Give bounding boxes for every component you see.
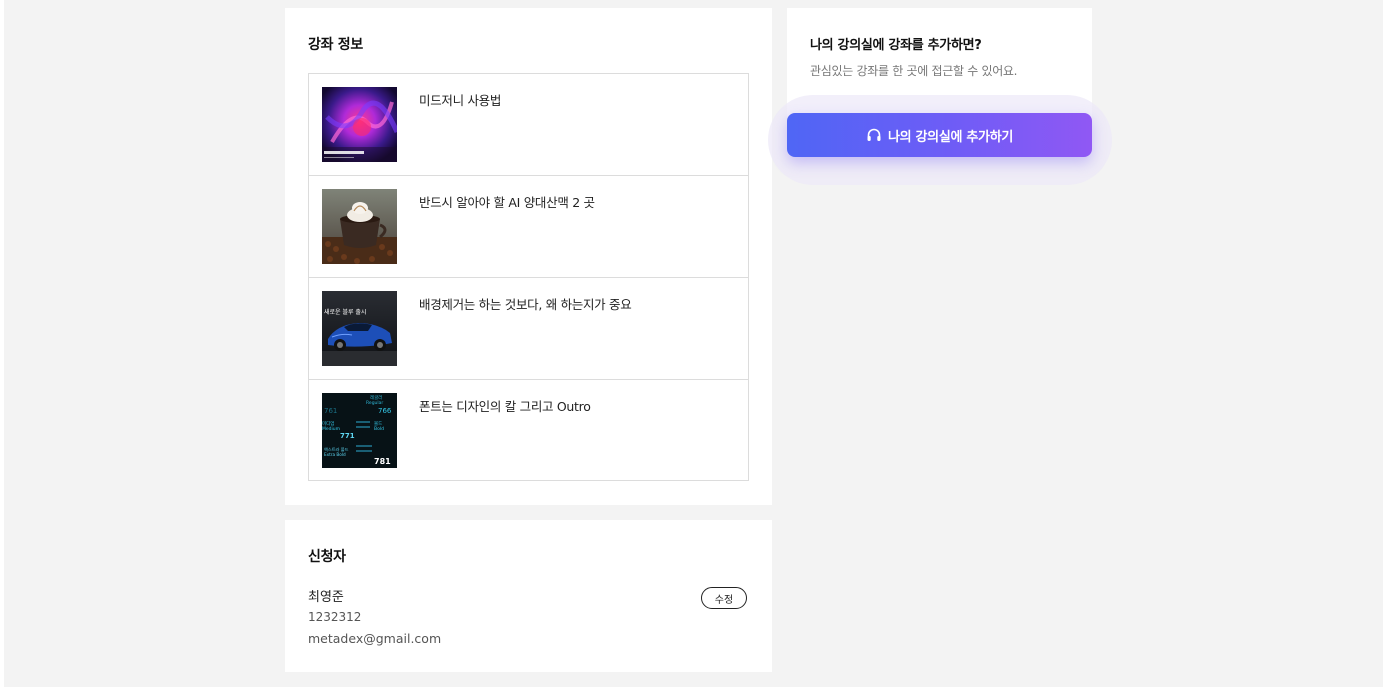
- promo-subtitle: 관심있는 강좌를 한 곳에 접근할 수 있어요.: [810, 64, 1018, 78]
- edit-button[interactable]: 수정: [701, 587, 747, 609]
- course-section-title: 강좌 정보: [308, 37, 363, 53]
- headphones-icon: [866, 127, 882, 143]
- applicant-email: metadex@gmail.com: [308, 631, 442, 646]
- coffee-cup-thumbnail: [322, 189, 397, 264]
- blue-car-thumbnail: 새로운 블루 출시: [322, 291, 397, 366]
- add-to-my-classroom-button[interactable]: 나의 강의실에 추가하기: [787, 113, 1092, 157]
- course-title[interactable]: 배경제거는 하는 것보다, 왜 하는지가 중요: [419, 294, 632, 313]
- font-sample-number: 771: [340, 432, 355, 440]
- font-sample-label: Extra Bold: [324, 452, 346, 457]
- abstract-art-thumbnail: [322, 87, 397, 162]
- font-sample-label: Medium: [322, 426, 340, 432]
- course-item[interactable]: 반드시 알아야 할 AI 양대산맥 2 곳: [309, 176, 748, 278]
- course-item[interactable]: 새로운 블루 출시 배경제거는 하는 것보다, 왜 하는지가 중요: [309, 278, 748, 380]
- font-sample-label: 볼드: [374, 420, 382, 427]
- font-sample-number: 766: [378, 407, 392, 415]
- applicant-phone: 1232312: [308, 610, 362, 624]
- thumb-caption: 새로운 블루 출시: [324, 308, 366, 316]
- course-list: 미드저니 사용법 반드시 알아야 할 AI 양대산맥 2 곳 새로운 블루 출시…: [308, 73, 749, 481]
- course-title[interactable]: 미드저니 사용법: [419, 90, 501, 109]
- applicant-card: 신청자 최영준 1232312 metadex@gmail.com 수정: [285, 520, 772, 672]
- font-weights-thumbnail: 레귤러 Regular 761 766 미디엄 Medium 볼드 Bold 7…: [322, 393, 397, 468]
- add-button-label: 나의 강의실에 추가하기: [887, 129, 1014, 145]
- course-item[interactable]: 미드저니 사용법: [309, 74, 748, 176]
- promo-title: 나의 강의실에 강좌를 추가하면?: [810, 38, 982, 53]
- font-sample-number: 761: [324, 407, 337, 415]
- font-sample-label: Bold: [374, 426, 384, 432]
- font-sample-label: 미디엄: [322, 420, 334, 427]
- course-title[interactable]: 반드시 알아야 할 AI 양대산맥 2 곳: [419, 192, 595, 211]
- font-sample-label: 레귤러: [370, 394, 382, 401]
- course-title[interactable]: 폰트는 디자인의 칼 그리고 Outro: [419, 396, 591, 415]
- applicant-section-title: 신청자: [308, 549, 346, 565]
- course-info-card: 강좌 정보 미드저니 사용법 반드시 알아야 할 AI 양대산맥 2 곳 새로운…: [285, 8, 772, 505]
- course-item[interactable]: 레귤러 Regular 761 766 미디엄 Medium 볼드 Bold 7…: [309, 380, 748, 482]
- applicant-name: 최영준: [308, 590, 344, 605]
- font-sample-number: 781: [374, 457, 391, 466]
- font-sample-label: Regular: [366, 400, 383, 406]
